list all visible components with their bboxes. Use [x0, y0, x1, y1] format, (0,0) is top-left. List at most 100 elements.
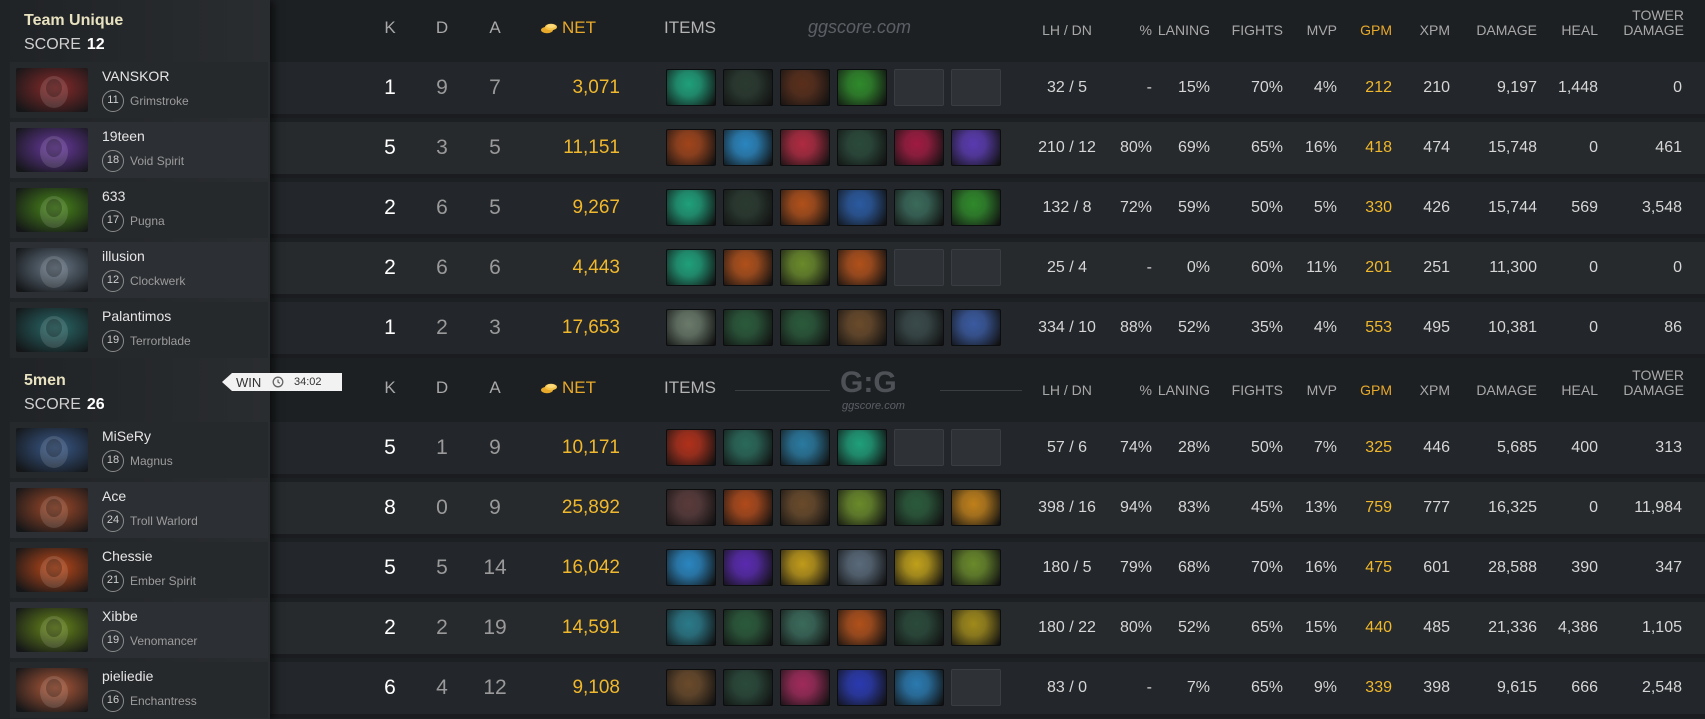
item-slot-icon[interactable] [837, 669, 887, 706]
player-name[interactable]: VANSKOR [102, 68, 169, 84]
item-slot-icon[interactable] [894, 609, 944, 646]
item-slot-icon[interactable] [780, 69, 830, 106]
player-row[interactable]: pieliedie 16 Enchantress [10, 662, 268, 718]
item-slot-icon[interactable] [666, 309, 716, 346]
header-tower-damage[interactable]: TOWER DAMAGE [1602, 368, 1684, 398]
hero-portrait[interactable] [16, 68, 88, 112]
hero-portrait[interactable] [16, 308, 88, 352]
hero-portrait[interactable] [16, 608, 88, 652]
header-heal[interactable]: HEAL [1538, 22, 1598, 38]
item-slot-icon[interactable] [894, 129, 944, 166]
player-name[interactable]: Ace [102, 488, 126, 504]
header-k[interactable]: K [375, 18, 405, 38]
player-row[interactable]: 19teen 18 Void Spirit [10, 122, 268, 178]
item-slot-icon[interactable] [780, 549, 830, 586]
hero-portrait[interactable] [16, 128, 88, 172]
header-d[interactable]: D [427, 18, 457, 38]
item-slot-icon[interactable] [951, 309, 1001, 346]
item-slot-icon[interactable] [837, 549, 887, 586]
item-slot-icon[interactable] [666, 669, 716, 706]
header-damage[interactable]: DAMAGE [1457, 382, 1537, 398]
item-slot-icon[interactable] [951, 549, 1001, 586]
item-slot-icon[interactable] [666, 429, 716, 466]
header-percent[interactable]: % [1122, 22, 1152, 38]
header-gpm[interactable]: GPM [1342, 382, 1392, 398]
item-slot-icon[interactable] [837, 609, 887, 646]
item-slot-icon[interactable] [780, 189, 830, 226]
header-laning[interactable]: LANING [1150, 22, 1210, 38]
item-slot-icon[interactable] [837, 189, 887, 226]
hero-portrait[interactable] [16, 248, 88, 292]
item-slot-icon[interactable] [723, 609, 773, 646]
item-slot-icon[interactable] [666, 489, 716, 526]
item-slot-icon[interactable] [837, 429, 887, 466]
player-row[interactable]: Xibbe 19 Venomancer [10, 602, 268, 658]
header-fights[interactable]: FIGHTS [1223, 382, 1283, 398]
item-slot-icon[interactable] [723, 309, 773, 346]
item-slot-icon[interactable] [666, 609, 716, 646]
item-slot-icon[interactable] [666, 69, 716, 106]
player-row[interactable]: Palantimos 19 Terrorblade [10, 302, 268, 358]
item-slot-icon[interactable] [723, 69, 773, 106]
hero-portrait[interactable] [16, 548, 88, 592]
player-name[interactable]: 633 [102, 188, 125, 204]
item-slot-icon[interactable] [780, 309, 830, 346]
hero-portrait[interactable] [16, 428, 88, 472]
player-name[interactable]: Xibbe [102, 608, 138, 624]
team-name[interactable]: 5men [24, 372, 66, 390]
item-slot-icon[interactable] [837, 309, 887, 346]
item-slot-icon[interactable] [723, 549, 773, 586]
item-slot-icon[interactable] [951, 129, 1001, 166]
player-row[interactable]: Chessie 21 Ember Spirit [10, 542, 268, 598]
header-lh-dn[interactable]: LH / DN [1022, 382, 1112, 398]
header-xpm[interactable]: XPM [1400, 382, 1450, 398]
header-fights[interactable]: FIGHTS [1223, 22, 1283, 38]
item-slot-icon[interactable] [951, 609, 1001, 646]
player-row[interactable]: illusion 12 Clockwerk [10, 242, 268, 298]
player-row[interactable]: VANSKOR 11 Grimstroke [10, 62, 268, 118]
header-k[interactable]: K [375, 378, 405, 398]
header-a[interactable]: A [480, 18, 510, 38]
player-name[interactable]: pieliedie [102, 668, 153, 684]
item-slot-icon[interactable] [723, 189, 773, 226]
item-slot-icon[interactable] [951, 189, 1001, 226]
header-xpm[interactable]: XPM [1400, 22, 1450, 38]
player-row[interactable]: 633 17 Pugna [10, 182, 268, 238]
item-slot-icon[interactable] [780, 609, 830, 646]
header-tower-damage[interactable]: TOWER DAMAGE [1602, 8, 1684, 38]
player-name[interactable]: Palantimos [102, 308, 171, 324]
player-name[interactable]: Chessie [102, 548, 153, 564]
item-slot-icon[interactable] [894, 309, 944, 346]
item-slot-icon[interactable] [780, 429, 830, 466]
header-heal[interactable]: HEAL [1538, 382, 1598, 398]
header-net[interactable]: NET [540, 18, 620, 40]
player-row[interactable]: MiSeRy 18 Magnus [10, 422, 268, 478]
item-slot-icon[interactable] [894, 489, 944, 526]
item-slot-icon[interactable] [951, 489, 1001, 526]
item-slot-icon[interactable] [837, 69, 887, 106]
item-slot-icon[interactable] [780, 489, 830, 526]
header-damage[interactable]: DAMAGE [1457, 22, 1537, 38]
item-slot-icon[interactable] [894, 189, 944, 226]
item-slot-icon[interactable] [837, 489, 887, 526]
header-percent[interactable]: % [1122, 382, 1152, 398]
player-name[interactable]: MiSeRy [102, 428, 151, 444]
item-slot-icon[interactable] [837, 129, 887, 166]
player-name[interactable]: illusion [102, 248, 145, 264]
header-gpm[interactable]: GPM [1342, 22, 1392, 38]
item-slot-icon[interactable] [780, 249, 830, 286]
item-slot-icon[interactable] [723, 489, 773, 526]
item-slot-icon[interactable] [894, 549, 944, 586]
item-slot-icon[interactable] [723, 249, 773, 286]
item-slot-icon[interactable] [894, 669, 944, 706]
hero-portrait[interactable] [16, 668, 88, 712]
team-name[interactable]: Team Unique [24, 12, 123, 30]
hero-portrait[interactable] [16, 188, 88, 232]
item-slot-icon[interactable] [666, 549, 716, 586]
item-slot-icon[interactable] [666, 129, 716, 166]
item-slot-icon[interactable] [780, 669, 830, 706]
item-slot-icon[interactable] [666, 189, 716, 226]
item-slot-icon[interactable] [837, 249, 887, 286]
header-mvp[interactable]: MVP [1287, 382, 1337, 398]
item-slot-icon[interactable] [666, 249, 716, 286]
